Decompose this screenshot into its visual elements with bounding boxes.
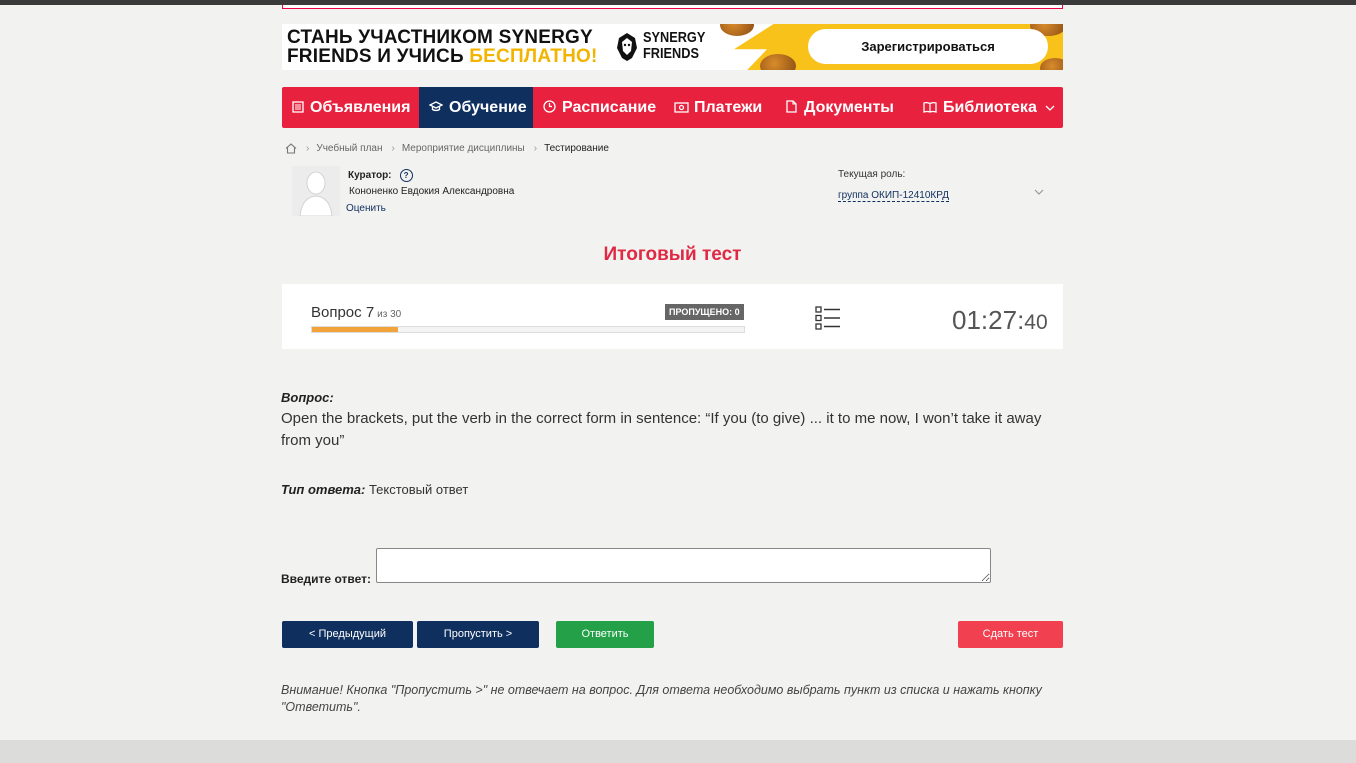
question-icon[interactable]: ? (399, 169, 413, 182)
home-icon[interactable] (285, 142, 297, 154)
synergy-friends-logo: SYNERGY FRIENDS (615, 30, 705, 66)
progress-bar-fill (312, 327, 399, 332)
breadcrumb-item-curriculum[interactable]: Учебный план (316, 143, 382, 154)
breadcrumb-separator-icon: › (391, 142, 395, 154)
question-number: Вопрос 7 (311, 304, 375, 321)
timer: 01:27:40 (952, 305, 1048, 336)
lion-logo-icon (617, 33, 637, 61)
breadcrumb-separator-icon: › (533, 142, 538, 154)
breadcrumb-item-testing: Тестирование (544, 142, 609, 154)
skip-button[interactable]: Пропустить > (417, 621, 539, 648)
answer-input[interactable] (376, 548, 991, 583)
banner-line-1: СТАНЬ УЧАСТНИКОМ SYNERGY (287, 27, 593, 48)
curator-label-text: Куратор: (348, 170, 392, 181)
submit-test-button[interactable]: Сдать тест (958, 621, 1063, 648)
nav-item-education[interactable]: Обучение (419, 87, 533, 128)
nav-label: Расписание (562, 98, 657, 116)
question-label: Вопрос: (281, 390, 334, 405)
nav-label: Документы (804, 98, 894, 116)
main-nav: Объявления Обучение Расписание Платежи Д… (282, 87, 1063, 128)
banner-line-2-prefix: FRIENDS И УЧИСЬ (287, 46, 470, 67)
curator-name: Кононенко Евдокия Александровна (349, 186, 515, 197)
previous-button[interactable]: < Предыдущий (282, 621, 413, 648)
footer (0, 740, 1356, 763)
nav-item-schedule[interactable]: Расписание (533, 87, 664, 128)
graduation-cap-icon (428, 100, 444, 116)
nav-label: Объявления (310, 98, 411, 116)
promo-banner[interactable]: СТАНЬ УЧАСТНИКОМ SYNERGY FRIENDS И УЧИСЬ… (282, 24, 1063, 70)
curator-avatar (292, 166, 340, 216)
top-box (282, 5, 1063, 9)
breadcrumb: › Учебный план › Мероприятие дисциплины … (285, 141, 609, 155)
money-icon (674, 100, 689, 116)
page-title: Итоговый тест (603, 244, 742, 265)
question-counter: Вопрос 7 из 30 (311, 304, 401, 321)
answer-button[interactable]: Ответить (556, 621, 654, 648)
nav-item-library[interactable]: Библиотека (909, 87, 1063, 128)
logo-text: SYNERGY FRIENDS (643, 30, 705, 62)
nav-item-payments[interactable]: Платежи (664, 87, 774, 128)
clock-icon (543, 99, 556, 116)
answer-field-label: Введите ответ: (281, 572, 371, 586)
nav-label: Платежи (694, 98, 763, 116)
chevron-down-icon[interactable] (1034, 186, 1044, 198)
answer-type-value: Текстовый ответ (365, 482, 469, 497)
chevron-down-icon (1045, 102, 1055, 114)
banner-line-2: FRIENDS И УЧИСЬ БЕСПЛАТНО! (287, 47, 598, 66)
list-icon (292, 100, 304, 116)
rate-curator-link[interactable]: Оценить (346, 203, 386, 214)
banner-headline: СТАНЬ УЧАСТНИКОМ SYNERGY FRIENDS И УЧИСЬ… (287, 28, 598, 66)
breadcrumb-item-discipline-event[interactable]: Мероприятие дисциплины (402, 143, 525, 154)
answer-type: Тип ответа: Текстовый ответ (281, 482, 468, 497)
logo-line-1: SYNERGY (643, 29, 706, 46)
skipped-badge: ПРОПУЩЕНО: 0 (665, 304, 744, 320)
question-list-icon[interactable] (815, 306, 841, 330)
nav-label: Библиотека (943, 98, 1037, 116)
register-button[interactable]: Зарегистрироваться (808, 29, 1048, 64)
book-icon (923, 100, 937, 116)
question-text: Open the brackets, put the verb in the c… (281, 410, 1042, 449)
banner-free-highlight: БЕСПЛАТНО! (469, 46, 598, 67)
coin-icon (720, 24, 754, 36)
nav-label: Обучение (449, 98, 527, 116)
role-select[interactable]: группа ОКИП-12410КРД (838, 190, 949, 202)
nav-item-documents[interactable]: Документы (774, 87, 909, 128)
nav-item-announcements[interactable]: Объявления (282, 87, 419, 128)
document-icon (784, 99, 798, 116)
breadcrumb-separator-icon: › (306, 142, 310, 154)
answer-type-label: Тип ответа: (281, 482, 366, 497)
question-total: из 30 (377, 309, 402, 320)
logo-line-2: FRIENDS (643, 45, 699, 62)
timer-seconds: 40 (1024, 311, 1048, 334)
test-progress-card: Вопрос 7 из 30 ПРОПУЩЕНО: 0 01:27:40 (282, 284, 1063, 349)
progress-bar (311, 326, 745, 333)
warning-note: Внимание! Кнопка "Пропустить >" не отвеч… (281, 683, 1042, 714)
curator-label: Куратор: ? (348, 169, 413, 182)
timer-main: 01:27: (952, 305, 1025, 335)
role-label: Текущая роль: (838, 169, 906, 180)
